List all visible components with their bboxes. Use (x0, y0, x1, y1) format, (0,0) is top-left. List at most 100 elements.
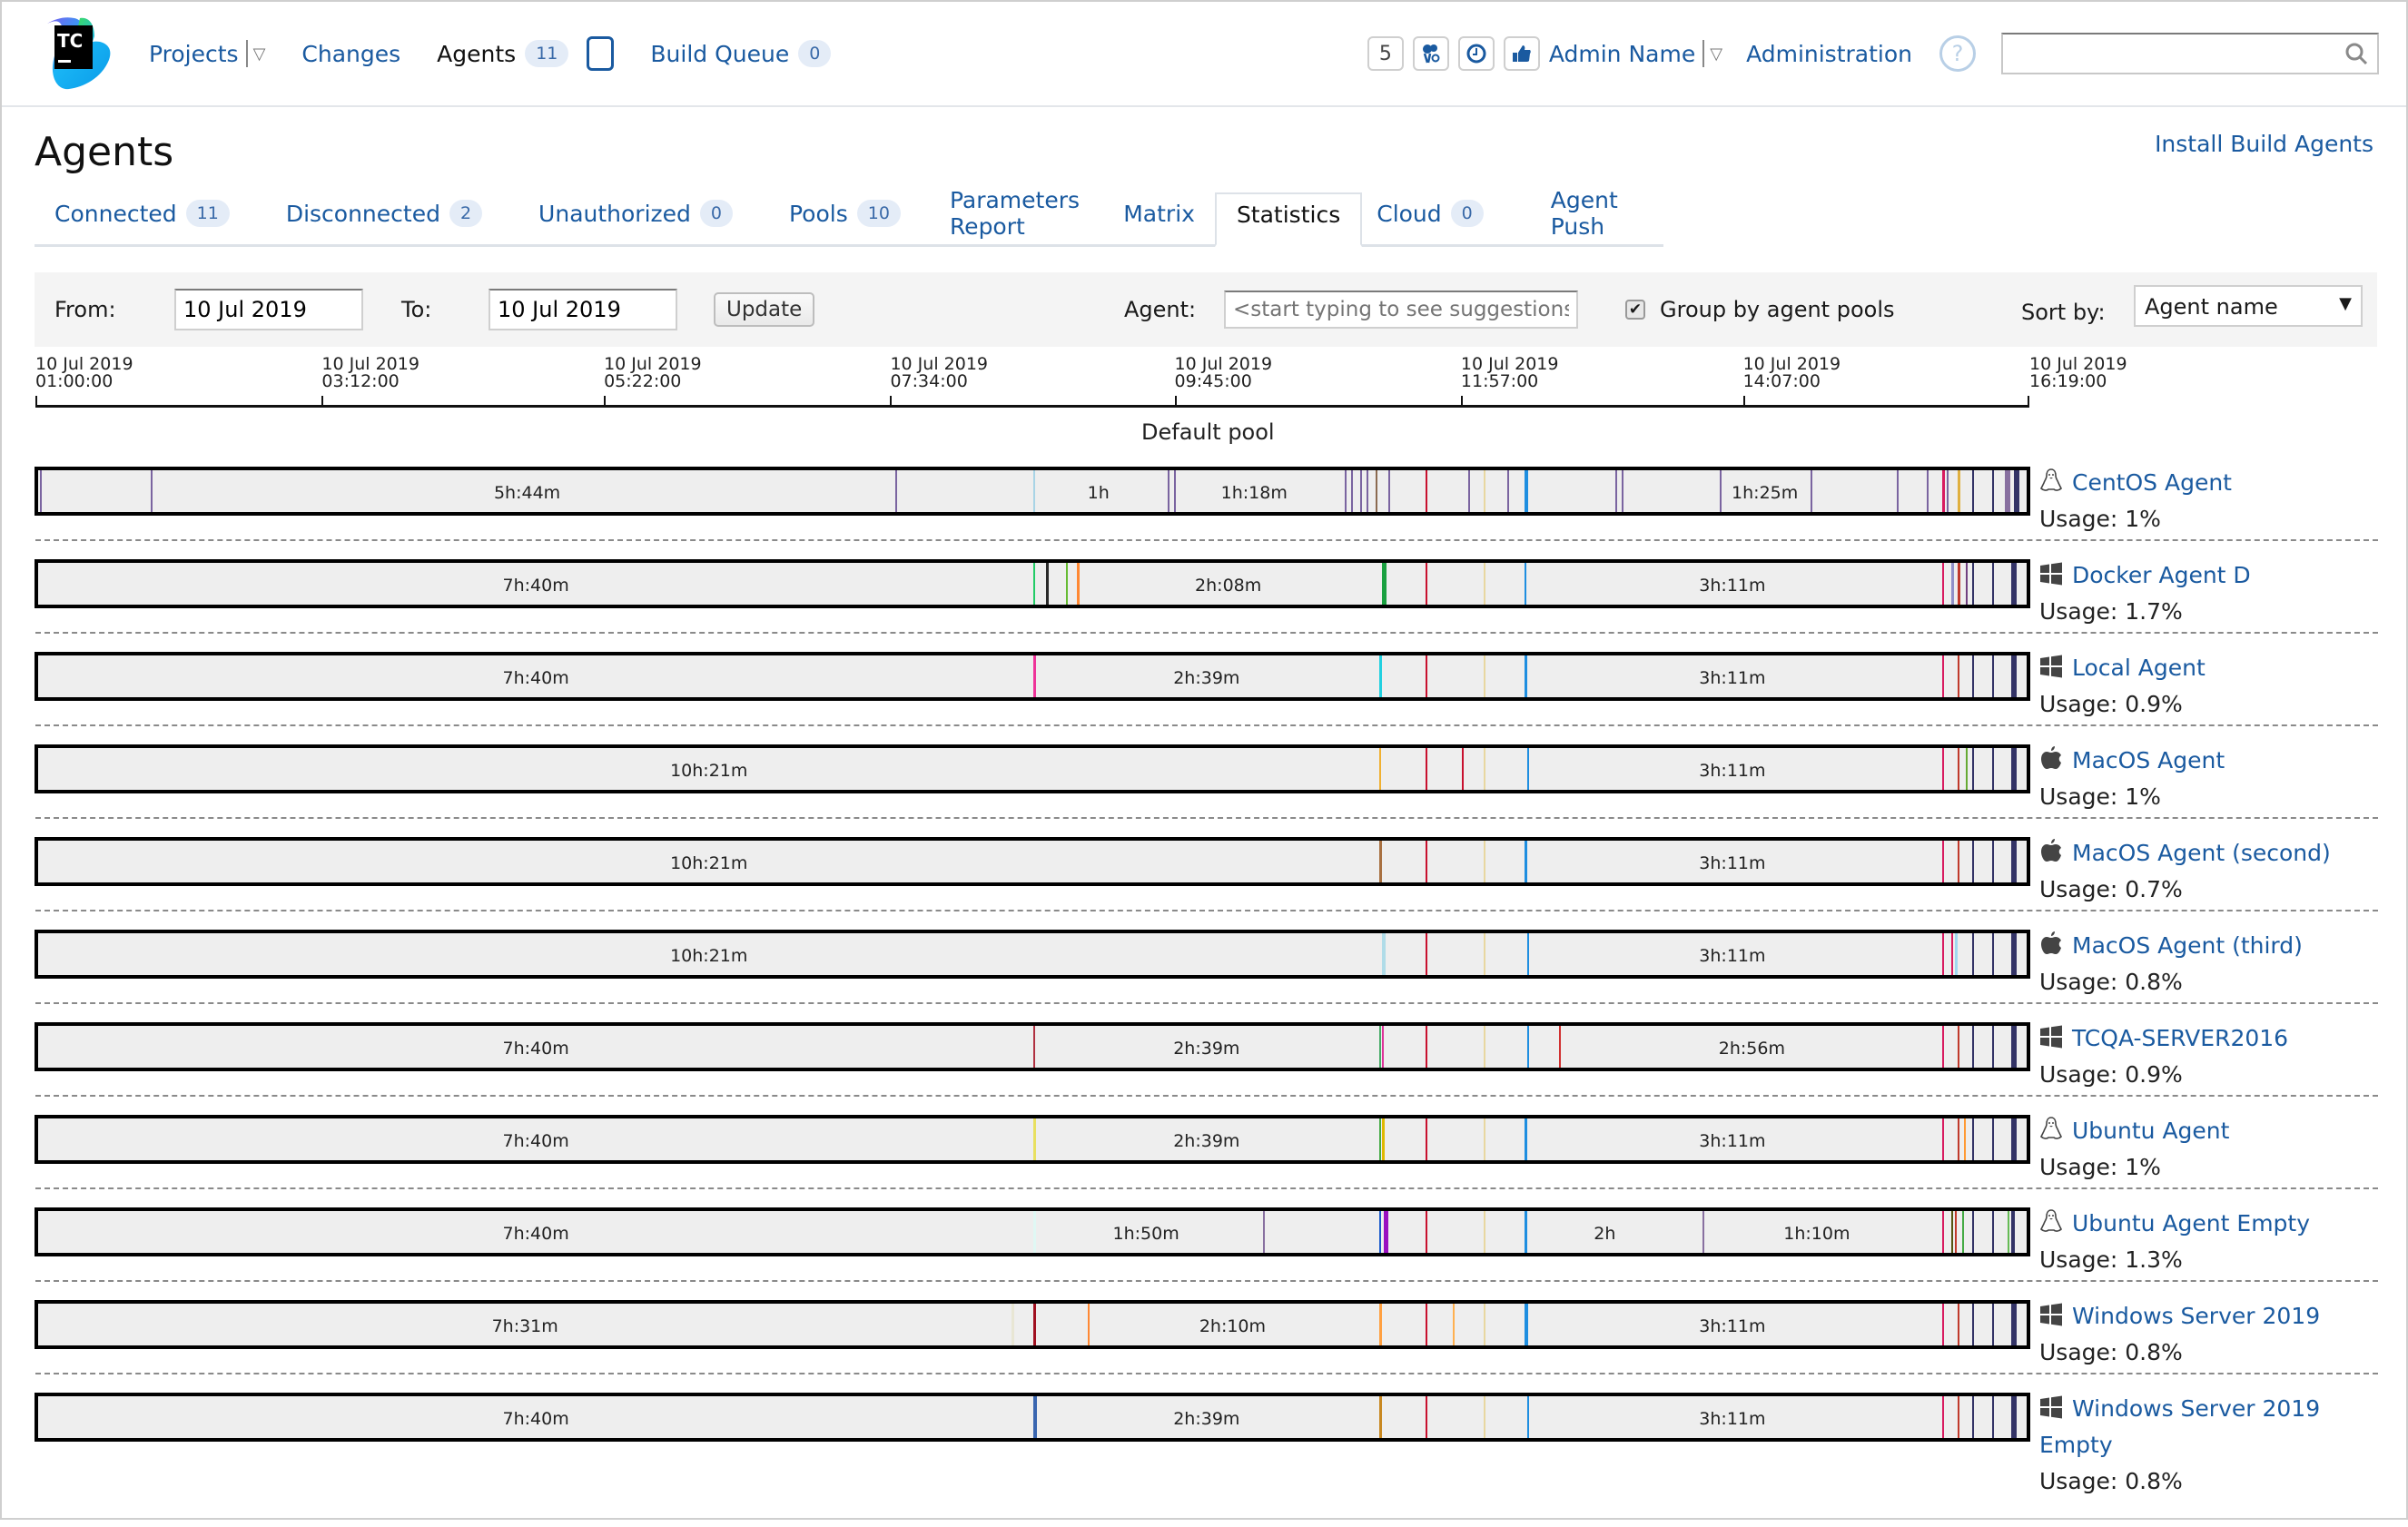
build-marker[interactable] (1087, 1304, 1090, 1345)
build-marker[interactable] (1425, 655, 1427, 697)
agent-name-link[interactable]: Windows Server 2019 Empty (2039, 1395, 2320, 1458)
build-marker[interactable] (1972, 655, 1975, 697)
build-marker[interactable] (1379, 841, 1383, 882)
tab-parameters-report[interactable]: Parameters Report (930, 187, 1123, 244)
build-marker[interactable] (1957, 1026, 1959, 1068)
build-marker[interactable] (1897, 470, 1900, 512)
build-marker[interactable] (2013, 470, 2019, 512)
build-marker[interactable] (1972, 1211, 1975, 1253)
build-marker[interactable] (1379, 1396, 1383, 1438)
build-marker[interactable] (1483, 563, 1485, 605)
build-marker[interactable] (1483, 933, 1485, 975)
build-marker[interactable] (1927, 470, 1929, 512)
build-marker[interactable] (1957, 470, 1960, 512)
build-marker[interactable] (2011, 655, 2018, 697)
teamcity-logo[interactable]: TC (38, 15, 114, 91)
agent-name-link[interactable]: Local Agent (2072, 655, 2206, 681)
build-marker[interactable] (1942, 933, 1945, 975)
build-marker[interactable] (1483, 841, 1485, 882)
build-marker[interactable] (1946, 470, 1949, 512)
build-marker[interactable] (2011, 1396, 2018, 1438)
build-marker[interactable] (1942, 1026, 1945, 1068)
agent-timeline-bar[interactable]: 7h:40m 2h:39m 3h:11m (35, 1393, 2030, 1442)
build-marker[interactable] (1526, 933, 1529, 975)
build-marker[interactable] (1702, 1211, 1704, 1253)
build-marker[interactable] (1559, 1026, 1562, 1068)
build-marker[interactable] (1379, 1211, 1382, 1253)
build-marker[interactable] (1033, 470, 1036, 512)
build-marker[interactable] (1483, 655, 1485, 697)
tab-cloud[interactable]: Cloud 0 (1362, 192, 1504, 244)
build-marker[interactable] (1483, 1396, 1485, 1438)
build-marker[interactable] (1991, 563, 1994, 605)
build-marker[interactable] (1972, 1304, 1975, 1345)
build-marker[interactable] (40, 470, 43, 512)
update-button[interactable]: Update (714, 292, 815, 327)
agent-filter-input[interactable] (1224, 291, 1578, 329)
build-marker[interactable] (1942, 748, 1945, 790)
build-marker[interactable] (1525, 1211, 1528, 1253)
build-marker[interactable] (1972, 1118, 1975, 1160)
build-marker[interactable] (1957, 748, 1959, 790)
build-marker[interactable] (1963, 1118, 1966, 1160)
build-marker[interactable] (1525, 841, 1528, 882)
agents-status-icon[interactable] (587, 36, 615, 71)
agent-timeline-bar[interactable]: 7h:40m 2h:39m 2h:56m (35, 1022, 2030, 1071)
build-marker[interactable] (1425, 1026, 1427, 1068)
build-marker[interactable] (1381, 1118, 1385, 1160)
build-marker[interactable] (2007, 1211, 2009, 1253)
build-marker[interactable] (1033, 1396, 1038, 1438)
build-marker[interactable] (1991, 933, 1994, 975)
tab-pools[interactable]: Pools 10 (769, 192, 921, 244)
user-menu[interactable]: Admin Name ▽ (1549, 40, 1722, 67)
build-marker[interactable] (1381, 933, 1386, 975)
build-marker[interactable] (1360, 470, 1363, 512)
build-marker[interactable] (1483, 470, 1485, 512)
tab-disconnected[interactable]: Disconnected 2 (266, 192, 502, 244)
build-marker[interactable] (1991, 655, 1994, 697)
build-marker[interactable] (1526, 748, 1529, 790)
build-marker[interactable] (1942, 1211, 1945, 1253)
nav-changes[interactable]: Changes (301, 41, 400, 67)
build-marker[interactable] (1966, 563, 1969, 605)
build-marker[interactable] (1957, 655, 1959, 697)
build-marker[interactable] (1033, 1118, 1037, 1160)
agent-name-link[interactable]: MacOS Agent (2072, 747, 2225, 773)
tab-unauthorized[interactable]: Unauthorized 0 (518, 192, 753, 244)
history-button[interactable] (1457, 36, 1495, 71)
from-date-input[interactable] (174, 289, 363, 330)
build-marker[interactable] (1991, 748, 1994, 790)
agent-name-link[interactable]: Docker Agent D (2072, 562, 2251, 588)
agent-name-link[interactable]: MacOS Agent (third) (2072, 932, 2303, 959)
build-marker[interactable] (1622, 470, 1624, 512)
build-marker[interactable] (1972, 933, 1975, 975)
build-marker[interactable] (2011, 841, 2018, 882)
build-marker[interactable] (1381, 563, 1387, 605)
agent-timeline-bar[interactable]: 10h:21m 3h:11m (35, 930, 2030, 979)
build-marker[interactable] (1942, 1396, 1945, 1438)
build-marker[interactable] (1972, 1026, 1975, 1068)
build-marker[interactable] (1525, 470, 1529, 512)
build-marker[interactable] (1972, 563, 1975, 605)
build-marker[interactable] (1462, 748, 1465, 790)
build-marker[interactable] (1991, 1396, 1994, 1438)
nav-projects[interactable]: Projects ▽ (149, 40, 265, 67)
investigations-button[interactable] (1412, 36, 1449, 71)
agent-timeline-bar[interactable]: 7h:40m 2h:08m 3h:11m (35, 559, 2030, 608)
group-by-pools-checkbox[interactable]: ✔ (1625, 300, 1645, 320)
favorites-button[interactable] (1503, 36, 1540, 71)
build-marker[interactable] (1425, 1211, 1427, 1253)
build-marker[interactable] (2011, 933, 2018, 975)
tab-statistics[interactable]: Statistics (1214, 192, 1363, 247)
build-marker[interactable] (1453, 1304, 1456, 1345)
agent-name-link[interactable]: Ubuntu Agent (2072, 1118, 2229, 1144)
build-marker[interactable] (1262, 1211, 1265, 1253)
build-marker[interactable] (1425, 933, 1427, 975)
build-marker[interactable] (1972, 748, 1975, 790)
build-marker[interactable] (1957, 1396, 1959, 1438)
build-marker[interactable] (1957, 563, 1960, 605)
build-marker[interactable] (1046, 563, 1050, 605)
tab-connected[interactable]: Connected 11 (35, 192, 250, 244)
search-box[interactable] (2001, 33, 2379, 74)
build-marker[interactable] (1033, 1211, 1037, 1253)
